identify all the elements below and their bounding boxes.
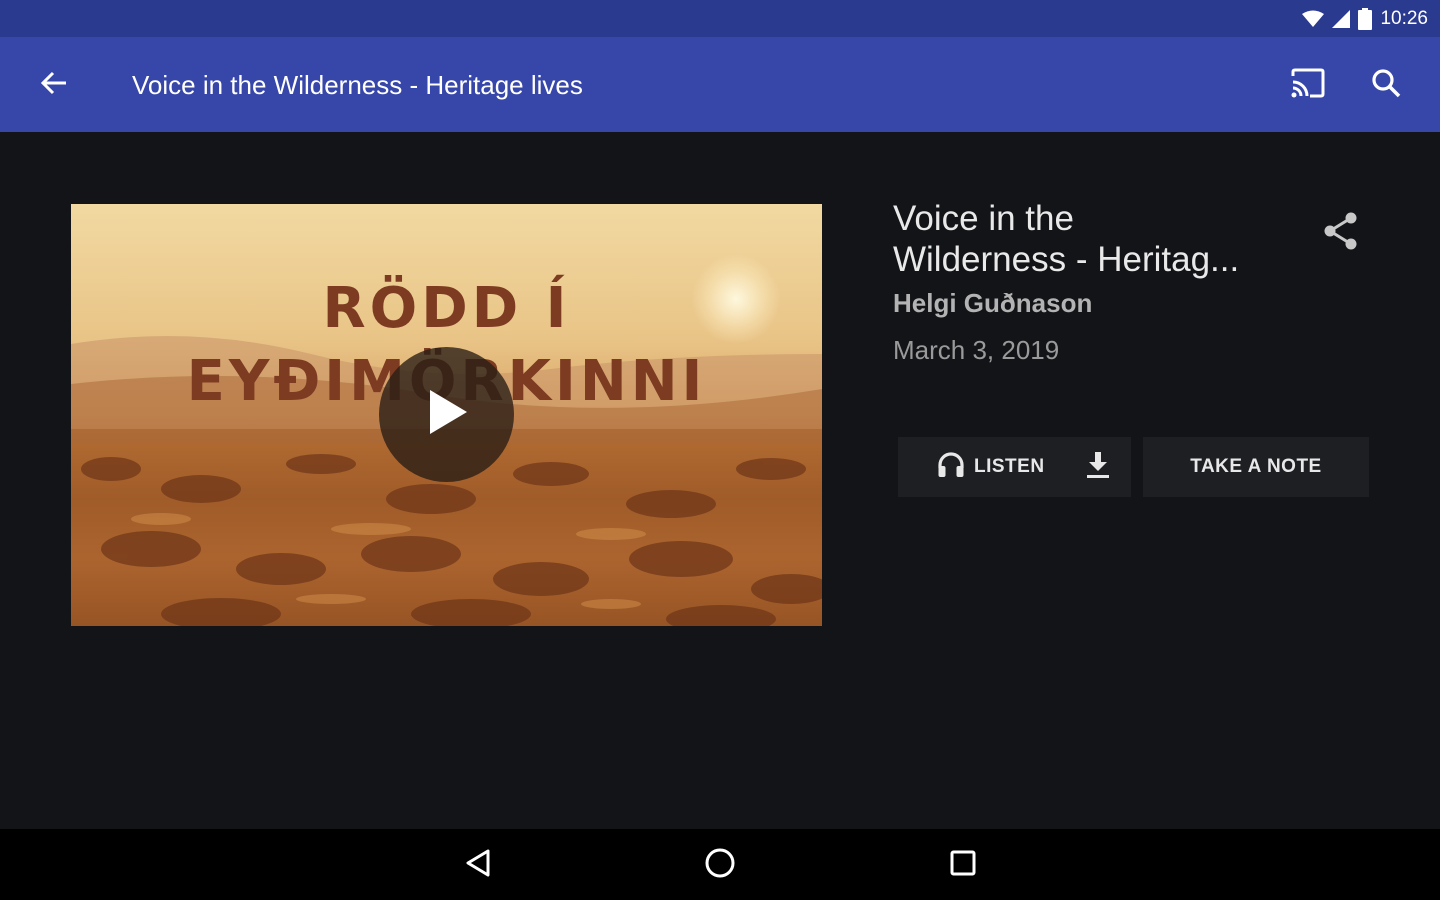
play-icon — [424, 387, 470, 442]
headphones-icon — [936, 450, 966, 485]
sermon-date: March 3, 2019 — [893, 335, 1060, 365]
arrow-left-icon — [40, 69, 68, 102]
status-icons: 10:26 — [1302, 0, 1428, 37]
cell-signal-icon — [1332, 9, 1351, 28]
share-icon — [1322, 211, 1360, 256]
system-nav-bar — [0, 829, 1440, 900]
nav-back-button[interactable] — [453, 841, 503, 889]
play-button[interactable] — [379, 347, 514, 482]
cast-button[interactable] — [1284, 63, 1332, 107]
status-bar: 10:26 — [0, 0, 1440, 37]
nav-home-button[interactable] — [695, 841, 745, 889]
app-bar-title: Voice in the Wilderness - Heritage lives — [132, 70, 583, 100]
battery-icon — [1358, 7, 1373, 30]
take-a-note-label: TAKE A NOTE — [1190, 456, 1322, 477]
listen-button-group: LISTEN — [898, 437, 1131, 497]
take-a-note-button[interactable]: TAKE A NOTE — [1143, 437, 1369, 497]
home-circle-icon — [704, 847, 736, 884]
speaker-name: Helgi Guðnason — [893, 288, 1093, 318]
search-button[interactable] — [1362, 63, 1410, 107]
download-icon — [1084, 450, 1112, 485]
wifi-icon — [1302, 10, 1325, 28]
download-button[interactable] — [1080, 449, 1116, 485]
status-time: 10:26 — [1380, 7, 1428, 29]
search-icon — [1371, 68, 1401, 103]
nav-recents-button[interactable] — [938, 841, 988, 889]
listen-button[interactable]: LISTEN — [898, 437, 1045, 497]
sermon-title: Voice in the Wilderness - Heritag... — [893, 199, 1240, 279]
cast-icon — [1290, 68, 1326, 103]
back-triangle-icon — [464, 848, 492, 883]
share-button[interactable] — [1316, 210, 1366, 256]
app-bar: Voice in the Wilderness - Heritage lives — [0, 37, 1440, 132]
listen-label: LISTEN — [974, 456, 1045, 477]
video-thumbnail[interactable]: RÖDD Í EYÐIMÖRKINNI — [71, 204, 822, 626]
back-button[interactable] — [30, 63, 78, 107]
recents-square-icon — [949, 849, 977, 882]
thumbnail-title-line1: RÖDD Í — [322, 276, 571, 341]
